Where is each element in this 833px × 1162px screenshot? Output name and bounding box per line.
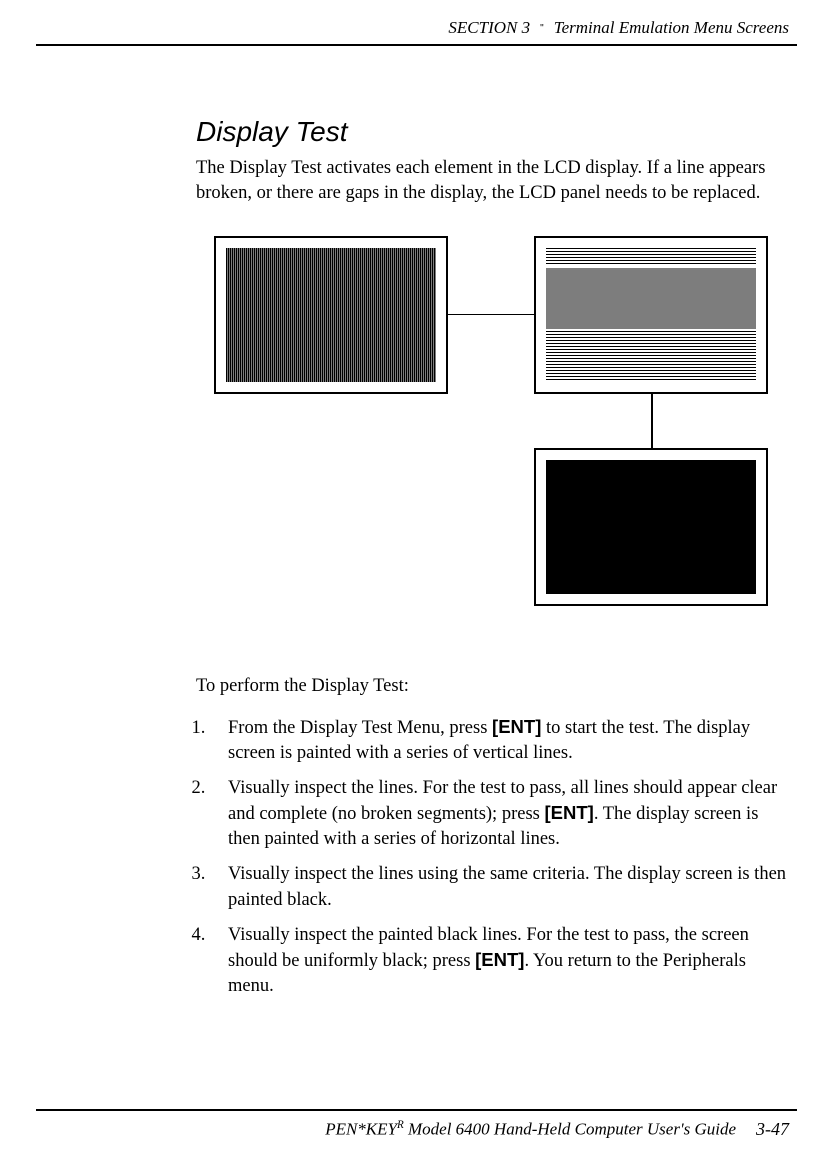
footer-title: PEN*KEYR Model 6400 Hand-Held Computer U… — [325, 1119, 736, 1140]
step-item: Visually inspect the lines. For the test… — [210, 776, 789, 852]
header-title: Terminal Emulation Menu Screens — [554, 18, 789, 38]
footer-product-rest: Model 6400 Hand-Held Computer User's Gui… — [404, 1120, 736, 1139]
content-area: Display Test The Display Test activates … — [196, 46, 789, 999]
header-separator: " — [540, 23, 544, 34]
connector-horizontal — [448, 314, 534, 316]
step-item: Visually inspect the painted black lines… — [210, 923, 789, 999]
connector-vertical — [651, 394, 653, 448]
footer-page-number: 3-47 — [756, 1119, 789, 1140]
header-section: SECTION 3 — [448, 18, 530, 38]
footer-product-sup: R — [397, 1119, 404, 1131]
steps-subhead: To perform the Display Test: — [196, 676, 789, 697]
steps-list: From the Display Test Menu, press [ENT] … — [196, 715, 789, 999]
footer-product-prefix: PEN*KEY — [325, 1120, 397, 1139]
step-text-pre: From the Display Test Menu, press — [228, 718, 492, 738]
page-footer: PEN*KEYR Model 6400 Hand-Held Computer U… — [36, 1109, 797, 1140]
intro-paragraph: The Display Test activates each element … — [196, 156, 789, 206]
footer-rule — [36, 1109, 797, 1111]
step-key: [ENT] — [475, 949, 524, 970]
vertical-lines-screen — [214, 236, 448, 394]
step-text-pre: Visually inspect the lines using the sam… — [228, 864, 786, 910]
step-key: [ENT] — [492, 716, 541, 737]
display-test-diagram — [214, 236, 789, 636]
page-header: SECTION 3 " Terminal Emulation Menu Scre… — [36, 18, 797, 38]
step-key: [ENT] — [544, 802, 593, 823]
step-item: From the Display Test Menu, press [ENT] … — [210, 715, 789, 766]
black-screen — [534, 448, 768, 606]
horizontal-lines-screen — [534, 236, 768, 394]
section-heading: Display Test — [196, 116, 789, 148]
step-item: Visually inspect the lines using the sam… — [210, 862, 789, 913]
